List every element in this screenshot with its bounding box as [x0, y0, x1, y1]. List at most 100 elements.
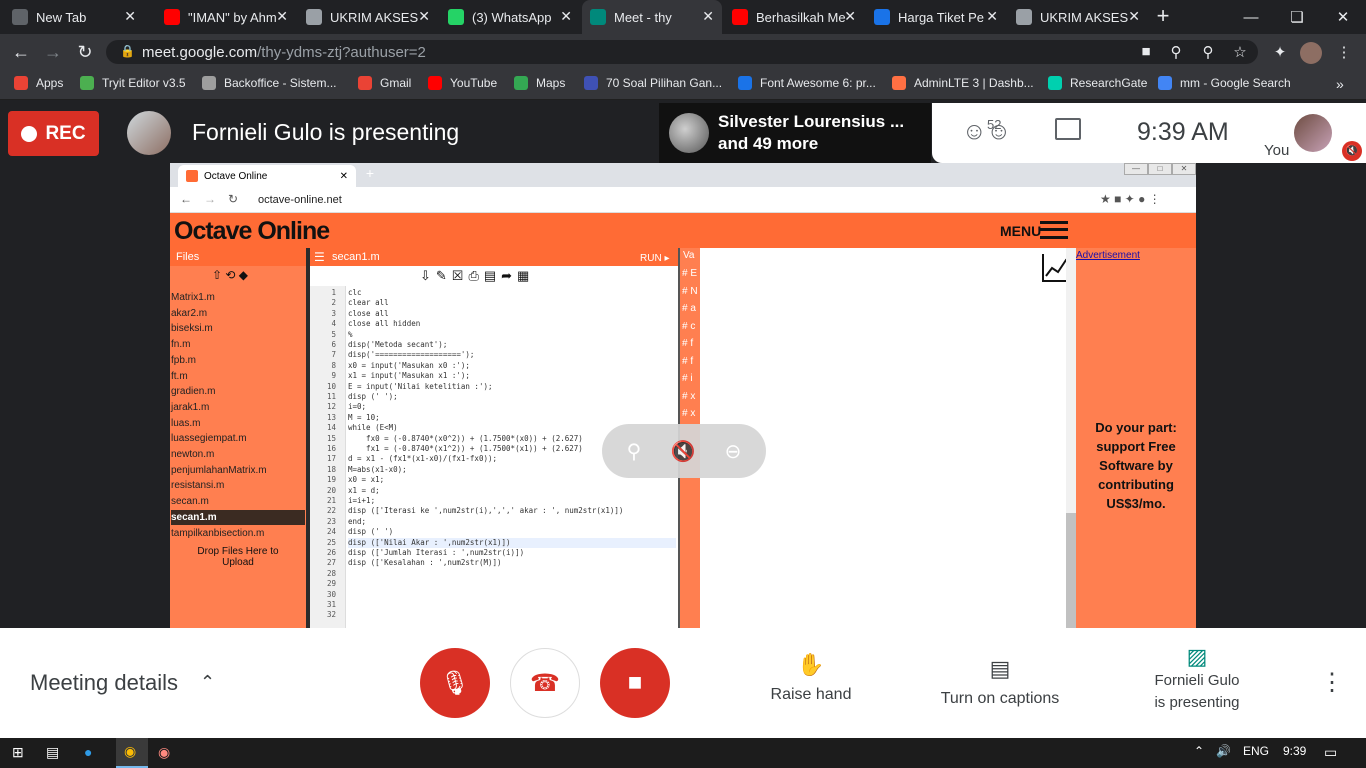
new-tab-button[interactable]: +: [1150, 4, 1176, 30]
captions-icon: ▤: [989, 656, 1011, 681]
browser-tab[interactable]: "IMAN" by Ahm ✕: [156, 0, 296, 34]
line-number: 20: [326, 485, 336, 495]
bookmark-item[interactable]: Gmail: [358, 76, 411, 90]
browser-tab[interactable]: Meet - thy ✕: [582, 0, 722, 34]
bookmark-item[interactable]: Apps: [14, 76, 63, 90]
mic-toggle-button[interactable]: 🎙: [420, 648, 490, 718]
remove-icon[interactable]: ⊖: [725, 439, 742, 464]
camera-toggle-button[interactable]: ■: [600, 648, 670, 718]
bookmark-favicon-icon: [358, 76, 372, 90]
presenting-title: Fornieli Gulo is presenting: [192, 119, 460, 145]
scrollbar-thumb: [1066, 513, 1076, 628]
participants-count: 52: [987, 117, 1002, 132]
bookmark-item[interactable]: Font Awesome 6: pr...: [738, 76, 876, 90]
file-item: secan.m: [171, 496, 209, 508]
line-number: 5: [331, 329, 336, 339]
code-line: i=0;: [348, 402, 367, 412]
presenting-button[interactable]: ▨ Fornieli Gulo is presenting: [1140, 646, 1254, 714]
code-line: disp (['Kesalahan : ',num2str(M)]): [348, 558, 502, 568]
bookmark-item[interactable]: Tryit Editor v3.5: [80, 76, 186, 90]
lock-icon: 🔒: [120, 44, 135, 58]
camera-icon[interactable]: ■: [1136, 43, 1156, 63]
chat-icon[interactable]: [1055, 118, 1081, 140]
bookmark-favicon-icon: [202, 76, 216, 90]
back-icon[interactable]: ←: [10, 41, 32, 63]
chrome-taskbar-button[interactable]: ◉: [116, 738, 148, 768]
raise-hand-label: Raise hand: [770, 686, 852, 703]
tab-close-icon[interactable]: ✕: [1128, 8, 1140, 25]
tab-close-icon[interactable]: ✕: [702, 8, 714, 25]
app-taskbar-icon[interactable]: ◉: [158, 744, 170, 761]
file-item: biseksi.m: [171, 323, 213, 335]
shared-tab: Octave Online ✕: [178, 165, 356, 187]
bookmark-item[interactable]: mm - Google Search: [1158, 76, 1291, 90]
volume-icon[interactable]: 🔊: [1216, 744, 1231, 758]
task-view-icon[interactable]: ▤: [46, 744, 59, 761]
line-number: 24: [326, 527, 336, 537]
floating-toolbar[interactable]: ⚲ 🔇 ⊖: [602, 424, 766, 478]
captions-button[interactable]: ▤ Turn on captions: [930, 656, 1070, 708]
shared-reload-icon: ↻: [228, 192, 239, 206]
raise-hand-button[interactable]: ✋ Raise hand: [766, 652, 856, 704]
bookmark-item[interactable]: 70 Soal Pilihan Gan...: [584, 76, 722, 90]
bookmark-item[interactable]: YouTube: [428, 76, 497, 90]
maximize-window-button[interactable]: ❏: [1274, 0, 1320, 34]
tab-label: UKRIM AKSES: [1040, 9, 1129, 25]
bookmark-item[interactable]: ResearchGate: [1048, 76, 1147, 90]
shared-forward-icon: →: [204, 192, 216, 206]
menu-dots-icon[interactable]: ⋮: [1334, 43, 1354, 63]
hang-up-button[interactable]: ☎: [510, 648, 580, 718]
address-bar[interactable]: 🔒 meet.google.com/thy-ydms-ztj?authuser=…: [106, 40, 1258, 64]
reload-icon[interactable]: ↻: [74, 41, 96, 63]
minimize-window-button[interactable]: —: [1228, 0, 1274, 34]
line-number: 8: [331, 360, 336, 370]
browser-tab[interactable]: (3) WhatsApp ✕: [440, 0, 580, 34]
browser-tab[interactable]: UKRIM AKSES ✕: [1008, 0, 1148, 34]
language-indicator[interactable]: ENG: [1243, 744, 1269, 758]
browser-tab[interactable]: Harga Tiket Pe ✕: [866, 0, 1006, 34]
bookmark-label: Gmail: [380, 76, 412, 90]
edge-icon[interactable]: ●: [84, 744, 92, 760]
extensions-icon[interactable]: ✦: [1270, 43, 1290, 63]
profile-avatar[interactable]: [1300, 42, 1322, 64]
windows-start-icon[interactable]: ⊞: [12, 744, 24, 761]
forward-icon[interactable]: →: [42, 41, 64, 63]
code-line: close all hidden: [348, 319, 421, 329]
browser-tab[interactable]: UKRIM AKSES ✕: [298, 0, 438, 34]
bookmark-item[interactable]: Maps: [514, 76, 565, 90]
chevron-up-icon[interactable]: ⌃: [200, 672, 215, 693]
meeting-details-button[interactable]: Meeting details: [30, 670, 178, 696]
line-number: 18: [326, 464, 336, 474]
shared-new-tab-icon: +: [365, 165, 375, 181]
tab-label: Berhasilkah Me: [756, 9, 846, 25]
pin-icon[interactable]: ⚲: [627, 439, 642, 464]
bookmark-favicon-icon: [428, 76, 442, 90]
bookmark-label: Tryit Editor v3.5: [102, 76, 186, 90]
tab-close-icon[interactable]: ✕: [844, 8, 856, 25]
bookmark-label: Apps: [36, 76, 64, 90]
bookmark-item[interactable]: AdminLTE 3 | Dashb...: [892, 76, 1034, 90]
hand-icon: ✋: [797, 652, 825, 677]
tab-close-icon[interactable]: ✕: [276, 8, 288, 25]
tab-close-icon[interactable]: ✕: [418, 8, 430, 25]
output-mark: # E: [682, 268, 698, 279]
tab-close-icon[interactable]: ✕: [560, 8, 572, 25]
key-icon[interactable]: ⚲: [1166, 43, 1186, 63]
more-options-icon[interactable]: ⋮: [1320, 668, 1344, 697]
zoom-icon[interactable]: ⚲: [1198, 43, 1218, 63]
file-item: gradien.m: [171, 386, 216, 398]
tab-label: Harga Tiket Pe: [898, 9, 984, 25]
tray-chevron-icon[interactable]: ⌃: [1194, 744, 1204, 758]
presenter-avatar: [127, 111, 171, 155]
star-icon[interactable]: ☆: [1230, 43, 1250, 63]
tab-close-icon[interactable]: ✕: [124, 8, 136, 25]
self-avatar: [1294, 114, 1332, 152]
browser-tab[interactable]: New Tab ✕: [4, 0, 144, 34]
notifications-icon[interactable]: ▭: [1324, 744, 1337, 761]
bookmark-item[interactable]: Backoffice - Sistem...: [202, 76, 336, 90]
close-window-button[interactable]: ✕: [1320, 0, 1366, 34]
tab-close-icon[interactable]: ✕: [986, 8, 998, 25]
more-bookmarks-icon[interactable]: »: [1336, 76, 1344, 92]
mute-icon[interactable]: 🔇: [670, 439, 695, 464]
browser-tab[interactable]: Berhasilkah Me ✕: [724, 0, 864, 34]
